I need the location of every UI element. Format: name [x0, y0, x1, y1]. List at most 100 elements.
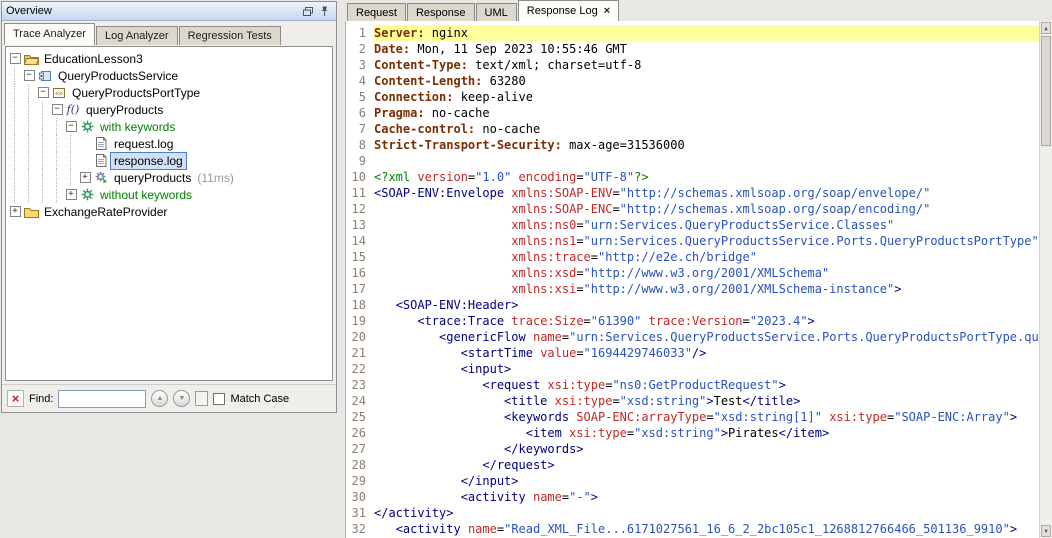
line-content: </activity>: [374, 505, 1052, 521]
duration-label: (11ms): [197, 171, 233, 185]
expand-icon[interactable]: +: [8, 206, 22, 217]
code-line: 10<?xml version="1.0" encoding="UTF-8"?>: [346, 169, 1052, 185]
tab-response[interactable]: Response: [407, 3, 475, 21]
collapse-icon[interactable]: −: [64, 121, 78, 132]
code-line: 12 xmlns:SOAP-ENC="http://schemas.xmlsoa…: [346, 201, 1052, 217]
code-line: 14 xmlns:ns1="urn:Services.QueryProducts…: [346, 233, 1052, 249]
line-number: 4: [346, 73, 374, 89]
line-content: Content-Length: 63280: [374, 73, 1052, 89]
line-number: 21: [346, 345, 374, 361]
tree-item-label[interactable]: request.log: [110, 135, 177, 153]
tab-regression-tests[interactable]: Regression Tests: [179, 26, 281, 45]
line-number: 28: [346, 457, 374, 473]
tab-label: Request: [356, 7, 397, 19]
tree-item-queryproductsporttype[interactable]: −«» QueryProductsPortType: [8, 84, 332, 101]
tab-label: Response: [416, 7, 466, 19]
tree-item-queryproductsservice[interactable]: − QueryProductsService: [8, 67, 332, 84]
line-number: 13: [346, 217, 374, 233]
float-window-icon[interactable]: [300, 4, 316, 19]
editor-tabs: Request Response UMLResponse Log×: [345, 0, 1052, 21]
tree-guide: [8, 186, 22, 203]
tree-guide: [22, 101, 36, 118]
tree-item-exchangerateprovider[interactable]: + ExchangeRateProvider: [8, 203, 332, 220]
tree-item-label[interactable]: queryProducts: [110, 169, 195, 187]
line-number: 32: [346, 521, 374, 537]
code-line: 21 <startTime value="1694429746033"/>: [346, 345, 1052, 361]
code-line: 11<SOAP-ENV:Envelope xmlns:SOAP-ENV="htt…: [346, 185, 1052, 201]
line-content: Content-Type: text/xml; charset=utf-8: [374, 57, 1052, 73]
tree-item-label[interactable]: QueryProductsService: [54, 67, 182, 85]
line-number: 12: [346, 201, 374, 217]
tree-item-label[interactable]: with keywords: [96, 118, 179, 136]
line-number: 14: [346, 233, 374, 249]
code-line: 22 <input>: [346, 361, 1052, 377]
tree-guide: [22, 186, 36, 203]
gear-green-icon: [78, 120, 96, 133]
collapse-icon[interactable]: −: [8, 53, 22, 64]
tree-guide: [64, 152, 78, 169]
close-tab-icon[interactable]: ×: [604, 6, 610, 16]
line-content: <?xml version="1.0" encoding="UTF-8"?>: [374, 169, 1052, 185]
log-file-icon: [92, 154, 110, 167]
pin-icon[interactable]: [316, 4, 332, 19]
vertical-scrollbar[interactable]: ▲ ▼: [1039, 21, 1052, 538]
response-log-view[interactable]: 1Server: nginx2Date: Mon, 11 Sep 2023 10…: [345, 21, 1052, 538]
scroll-up-icon[interactable]: ▲: [1041, 22, 1051, 34]
tab-trace-analyzer[interactable]: Trace Analyzer: [4, 23, 95, 45]
tree-guide: [8, 67, 22, 84]
tree-item-label[interactable]: response.log: [110, 152, 187, 170]
tree-item-with-keywords[interactable]: − with keywords: [8, 118, 332, 135]
find-input[interactable]: [58, 390, 146, 408]
line-content: <SOAP-ENV:Header>: [374, 297, 1052, 313]
line-number: 18: [346, 297, 374, 313]
scroll-down-icon[interactable]: ▼: [1041, 525, 1051, 537]
line-number: 3: [346, 57, 374, 73]
line-number: 19: [346, 313, 374, 329]
code-lines: 1Server: nginx2Date: Mon, 11 Sep 2023 10…: [346, 25, 1052, 537]
tree-guide: [50, 118, 64, 135]
highlight-toggle[interactable]: [195, 391, 208, 406]
overview-tabs: Trace AnalyzerLog AnalyzerRegression Tes…: [2, 21, 336, 45]
tree-item-label[interactable]: EducationLesson3: [40, 50, 147, 68]
line-content: Pragma: no-cache: [374, 105, 1052, 121]
line-content: </request>: [374, 457, 1052, 473]
collapse-icon[interactable]: −: [50, 104, 64, 115]
expand-icon[interactable]: +: [78, 172, 92, 183]
tree-item-request-log[interactable]: request.log: [8, 135, 332, 152]
tree-item-label[interactable]: ExchangeRateProvider: [40, 203, 171, 221]
match-case-checkbox[interactable]: [213, 393, 225, 405]
expand-icon[interactable]: +: [64, 189, 78, 200]
trace-tree[interactable]: −EducationLesson3−QueryProductsService−«…: [5, 46, 333, 381]
code-line: 15 xmlns:trace="http://e2e.ch/bridge": [346, 249, 1052, 265]
find-next-icon[interactable]: ▼: [173, 390, 190, 407]
collapse-icon[interactable]: −: [36, 87, 50, 98]
tree-guide: [8, 118, 22, 135]
tree-item-label[interactable]: without keywords: [96, 186, 196, 204]
tree-item-queryproducts[interactable]: −f()queryProducts: [8, 101, 332, 118]
tab-uml[interactable]: UML: [476, 3, 517, 21]
find-previous-icon[interactable]: ▲: [151, 390, 168, 407]
code-line: 1Server: nginx: [346, 25, 1052, 41]
scrollbar-thumb[interactable]: [1041, 36, 1051, 146]
code-line: 20 <genericFlow name="urn:Services.Query…: [346, 329, 1052, 345]
line-content: </keywords>: [374, 441, 1052, 457]
tree-guide: [64, 135, 78, 152]
tree-guide: [64, 169, 78, 186]
tab-response-log[interactable]: Response Log×: [518, 0, 619, 21]
tree-guide: [8, 169, 22, 186]
tree-item-queryproducts[interactable]: + queryProducts(11ms): [8, 169, 332, 186]
tab-request[interactable]: Request: [347, 3, 406, 21]
line-number: 30: [346, 489, 374, 505]
tree-item-without-keywords[interactable]: + without keywords: [8, 186, 332, 203]
tree-item-label[interactable]: queryProducts: [82, 101, 167, 119]
collapse-icon[interactable]: −: [22, 70, 36, 81]
line-content: Strict-Transport-Security: max-age=31536…: [374, 137, 1052, 153]
tree-item-response-log[interactable]: response.log: [8, 152, 332, 169]
tree-item-label[interactable]: QueryProductsPortType: [68, 84, 204, 102]
tree-item-educationlesson3[interactable]: − EducationLesson3: [8, 50, 332, 67]
svg-text:«»: «»: [55, 90, 63, 97]
tab-log-analyzer[interactable]: Log Analyzer: [96, 26, 178, 45]
log-file-icon: [92, 137, 110, 150]
tree-guide: [8, 135, 22, 152]
close-find-icon[interactable]: ×: [7, 390, 24, 407]
